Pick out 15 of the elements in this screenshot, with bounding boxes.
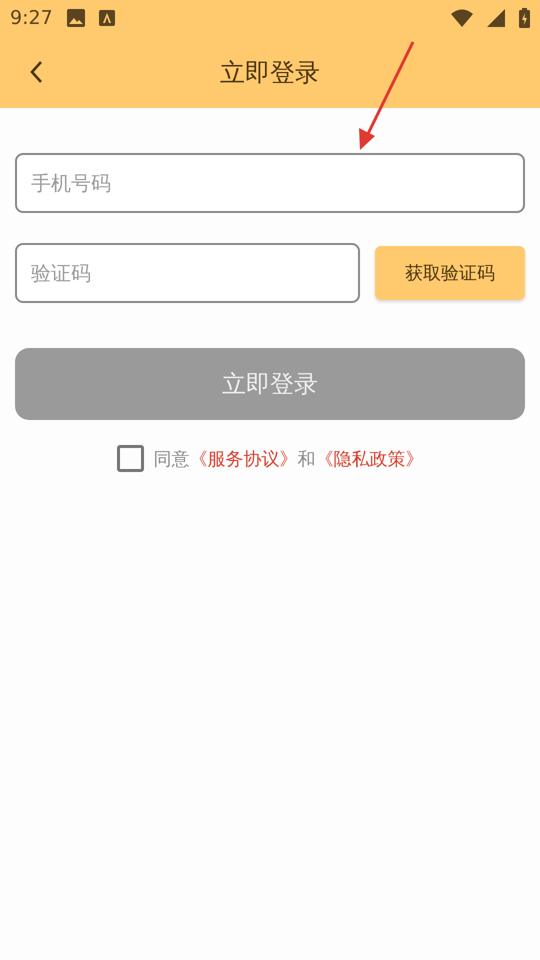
code-field[interactable]: 验证码 bbox=[15, 243, 360, 303]
phone-field[interactable]: 手机号码 bbox=[15, 153, 525, 213]
policy-link[interactable]: 《服务协议》 bbox=[190, 448, 298, 470]
signal-icon bbox=[487, 9, 505, 27]
get-code-button[interactable]: 获取验证码 bbox=[375, 246, 525, 300]
wifi-icon bbox=[451, 9, 473, 27]
policy-link[interactable]: 《隐私政策》 bbox=[316, 448, 424, 470]
status-time: 9:27 bbox=[10, 7, 53, 29]
page-title: 立即登录 bbox=[220, 56, 320, 88]
agree-checkbox[interactable] bbox=[116, 445, 144, 472]
image-icon bbox=[66, 9, 85, 27]
agreement-text: 同意《服务协议》和《隐私政策》 bbox=[154, 448, 424, 470]
app-notification-icon bbox=[98, 10, 115, 26]
back-icon[interactable] bbox=[29, 60, 43, 84]
battery-icon bbox=[519, 8, 530, 28]
